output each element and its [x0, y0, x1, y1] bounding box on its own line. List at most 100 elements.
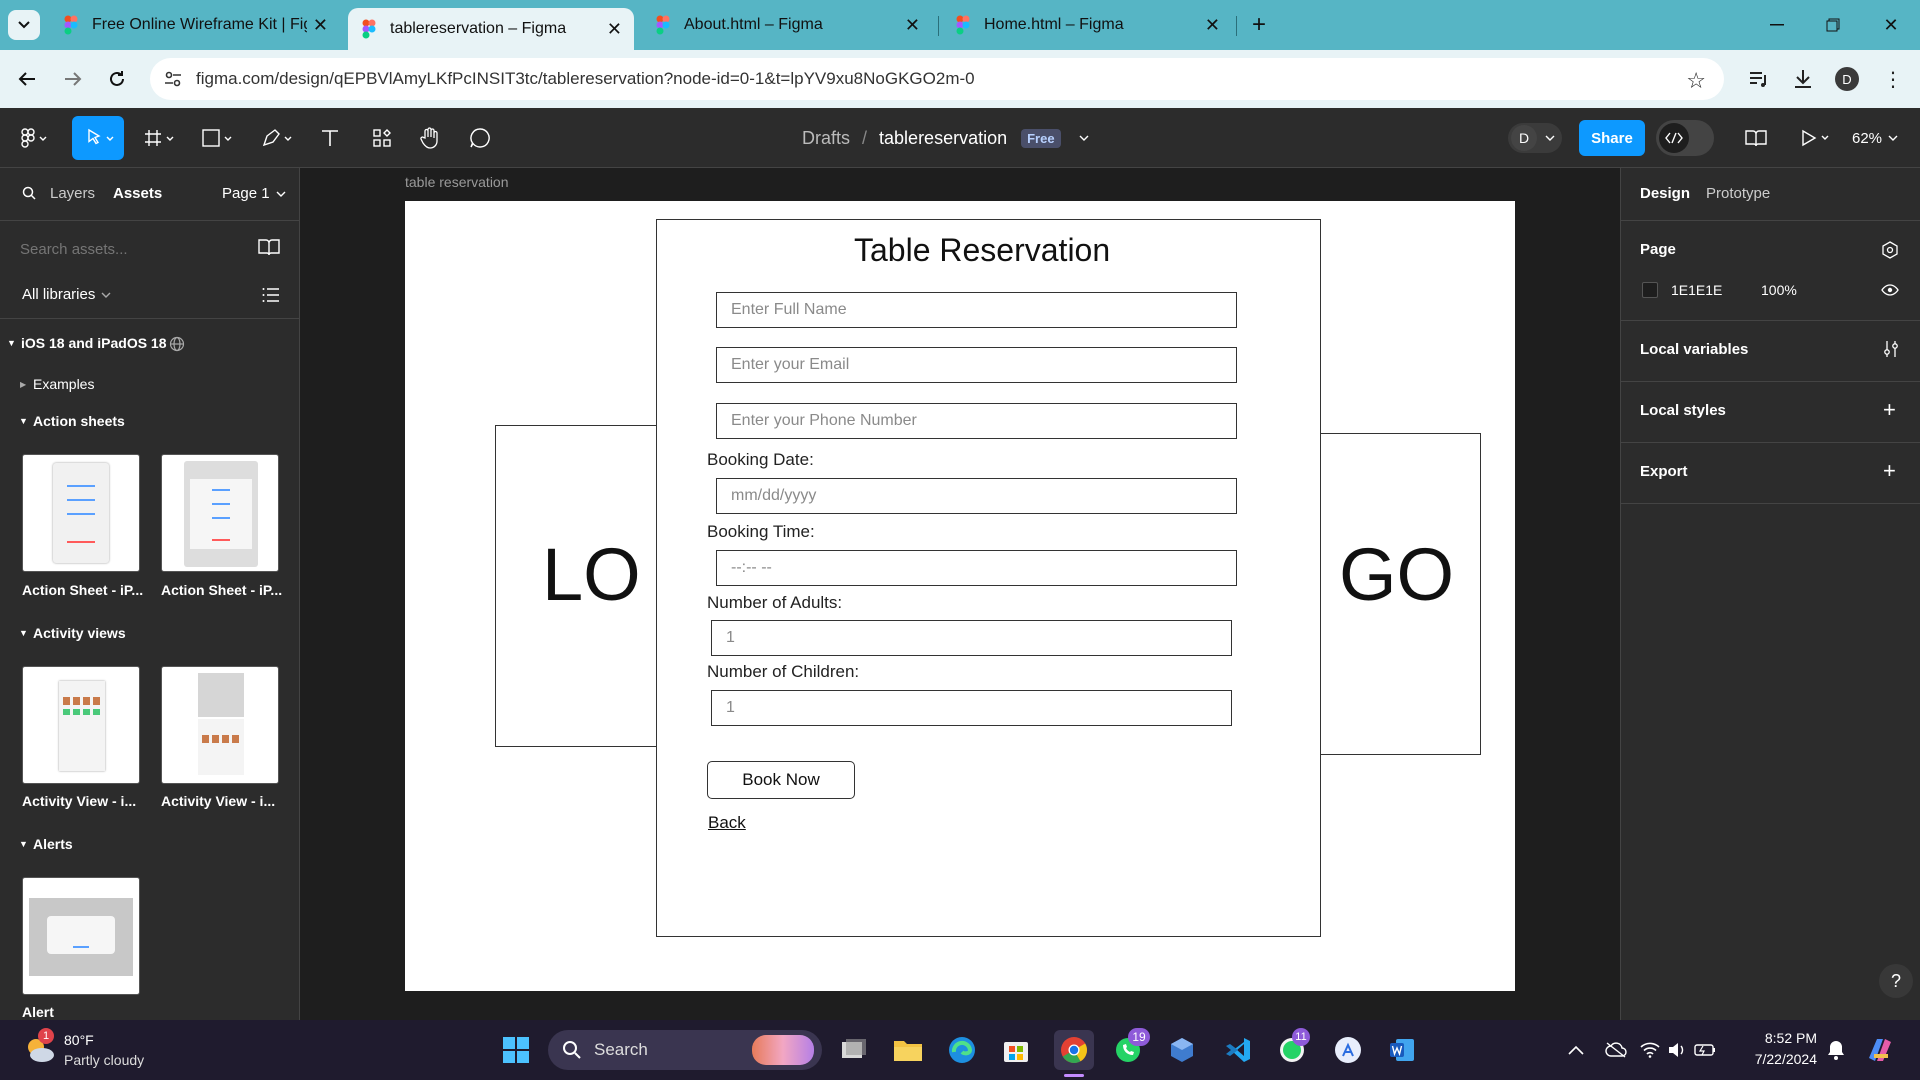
- caret-right-icon[interactable]: ▶: [20, 380, 26, 389]
- forward-arrow-icon[interactable]: [58, 64, 88, 94]
- url-bar[interactable]: figma.com/design/qEPBVlAmyLKfPcINSIT3tc/…: [150, 58, 1724, 100]
- vscode-icon[interactable]: [1220, 1032, 1256, 1068]
- new-tab-icon[interactable]: +: [1244, 10, 1274, 40]
- page-color-swatch[interactable]: [1642, 282, 1658, 298]
- cloud-offline-icon[interactable]: [1598, 1032, 1634, 1068]
- bookmark-star-icon[interactable]: ☆: [1686, 68, 1706, 94]
- help-button[interactable]: ?: [1879, 964, 1913, 998]
- close-tab-icon[interactable]: ✕: [313, 15, 328, 36]
- close-tab-icon[interactable]: ✕: [1205, 15, 1220, 36]
- move-tool-icon[interactable]: [72, 116, 124, 160]
- virtualbox-icon[interactable]: [1164, 1032, 1200, 1068]
- list-view-icon[interactable]: [262, 288, 280, 302]
- caret-down-icon[interactable]: ▼: [19, 416, 28, 426]
- add-style-plus-icon[interactable]: +: [1883, 399, 1896, 421]
- caret-down-icon[interactable]: ▼: [19, 839, 28, 849]
- dev-mode-toggle[interactable]: [1656, 120, 1714, 156]
- main-menu-figma-icon[interactable]: [14, 108, 54, 168]
- file-menu-chevron-icon[interactable]: [1079, 135, 1089, 141]
- search-icon[interactable]: [22, 186, 36, 200]
- shape-tool-icon[interactable]: [196, 108, 240, 168]
- library-book-icon[interactable]: [1738, 108, 1774, 168]
- close-tab-icon[interactable]: ✕: [607, 19, 622, 40]
- zoom-level[interactable]: 62%: [1852, 108, 1898, 168]
- email-input[interactable]: Enter your Email: [716, 347, 1237, 383]
- action-sheet-thumbnail-1[interactable]: [22, 454, 140, 572]
- tab-list-dropdown-icon[interactable]: [8, 10, 40, 40]
- browser-menu-icon[interactable]: ⋮: [1878, 64, 1908, 94]
- media-controls-icon[interactable]: [1744, 64, 1774, 94]
- browser-tab[interactable]: Home.html – Figma ✕: [942, 8, 1232, 42]
- task-view-icon[interactable]: [836, 1032, 872, 1068]
- section-alerts[interactable]: Alerts: [33, 836, 73, 852]
- minimize-window-icon[interactable]: [1762, 12, 1792, 38]
- system-tray[interactable]: [1640, 1034, 1716, 1066]
- microsoft-store-icon[interactable]: [998, 1032, 1034, 1068]
- full-name-input[interactable]: Enter Full Name: [716, 292, 1237, 328]
- local-variables-title[interactable]: Local variables: [1640, 341, 1748, 358]
- tab-design[interactable]: Design: [1640, 185, 1690, 202]
- browser-tab-active[interactable]: tablereservation – Figma ✕: [348, 8, 634, 50]
- caret-down-icon[interactable]: ▼: [7, 338, 16, 348]
- text-tool-icon[interactable]: [312, 108, 348, 168]
- book-now-button[interactable]: Book Now: [707, 761, 855, 799]
- notification-bell-icon[interactable]: [1818, 1032, 1854, 1068]
- booking-date-input[interactable]: mm/dd/yyyy: [716, 478, 1237, 514]
- comment-tool-icon[interactable]: [462, 108, 498, 168]
- action-sheet-thumbnail-2[interactable]: [161, 454, 279, 572]
- close-tab-icon[interactable]: ✕: [905, 15, 920, 36]
- close-window-icon[interactable]: ✕: [1876, 12, 1906, 38]
- page-settings-icon[interactable]: [1881, 241, 1899, 259]
- export-title[interactable]: Export: [1640, 463, 1688, 480]
- resources-tool-icon[interactable]: [364, 108, 400, 168]
- tab-prototype[interactable]: Prototype: [1706, 185, 1770, 202]
- present-play-icon[interactable]: [1796, 108, 1836, 168]
- library-book-icon[interactable]: [258, 238, 280, 256]
- restore-window-icon[interactable]: [1818, 12, 1848, 38]
- page-opacity-value[interactable]: 100%: [1761, 282, 1797, 298]
- breadcrumb-drafts[interactable]: Drafts: [802, 128, 850, 149]
- local-styles-title[interactable]: Local styles: [1640, 402, 1726, 419]
- clock-time[interactable]: 8:52 PM: [1757, 1030, 1817, 1046]
- canvas[interactable]: table reservation LO GO Table Reservatio…: [300, 168, 1620, 1020]
- section-action-sheets[interactable]: Action sheets: [33, 413, 125, 429]
- frame-label[interactable]: table reservation: [405, 174, 509, 190]
- section-activity-views[interactable]: Activity views: [33, 625, 126, 641]
- edge-browser-icon[interactable]: [944, 1032, 980, 1068]
- site-info-icon[interactable]: [164, 71, 184, 87]
- adults-input[interactable]: 1: [711, 620, 1232, 656]
- hand-tool-icon[interactable]: [412, 108, 448, 168]
- phone-input[interactable]: Enter your Phone Number: [716, 403, 1237, 439]
- file-name[interactable]: tablereservation: [879, 128, 1007, 149]
- taskbar-search-box[interactable]: Search: [548, 1030, 822, 1070]
- alert-thumbnail[interactable]: [22, 877, 140, 995]
- caret-down-icon[interactable]: ▼: [19, 628, 28, 638]
- browser-tab[interactable]: About.html – Figma ✕: [642, 8, 932, 42]
- frame-table-reservation[interactable]: LO GO Table Reservation Enter Full Name …: [405, 201, 1515, 991]
- chrome-icon[interactable]: [1054, 1030, 1094, 1070]
- variables-adjust-icon[interactable]: [1883, 340, 1899, 358]
- activity-view-thumbnail-1[interactable]: [22, 666, 140, 784]
- profile-avatar[interactable]: D: [1835, 67, 1859, 91]
- library-name[interactable]: iOS 18 and iPadOS 18: [21, 335, 167, 351]
- word-icon[interactable]: [1384, 1032, 1420, 1068]
- share-button[interactable]: Share: [1579, 120, 1645, 156]
- download-icon[interactable]: [1788, 64, 1818, 94]
- weather-widget[interactable]: 1 80°F Partly cloudy: [20, 1028, 170, 1072]
- app-store-icon[interactable]: [1330, 1032, 1366, 1068]
- pen-tool-icon[interactable]: [256, 108, 300, 168]
- browser-tab[interactable]: Free Online Wireframe Kit | Fig ✕: [50, 8, 340, 42]
- copilot-icon[interactable]: [1862, 1032, 1898, 1068]
- children-input[interactable]: 1: [711, 690, 1232, 726]
- tab-layers[interactable]: Layers: [50, 185, 95, 202]
- show-hidden-icons-chevron-icon[interactable]: [1558, 1032, 1594, 1068]
- back-link[interactable]: Back: [708, 813, 746, 833]
- visibility-eye-icon[interactable]: [1881, 284, 1899, 296]
- page-selector[interactable]: Page 1: [222, 185, 286, 202]
- clock-date[interactable]: 7/22/2024: [1742, 1051, 1817, 1067]
- libraries-dropdown[interactable]: All libraries: [22, 286, 111, 303]
- add-export-plus-icon[interactable]: +: [1883, 460, 1896, 482]
- tab-assets[interactable]: Assets: [113, 185, 162, 202]
- reload-icon[interactable]: [102, 64, 132, 94]
- page-color-value[interactable]: 1E1E1E: [1671, 282, 1722, 298]
